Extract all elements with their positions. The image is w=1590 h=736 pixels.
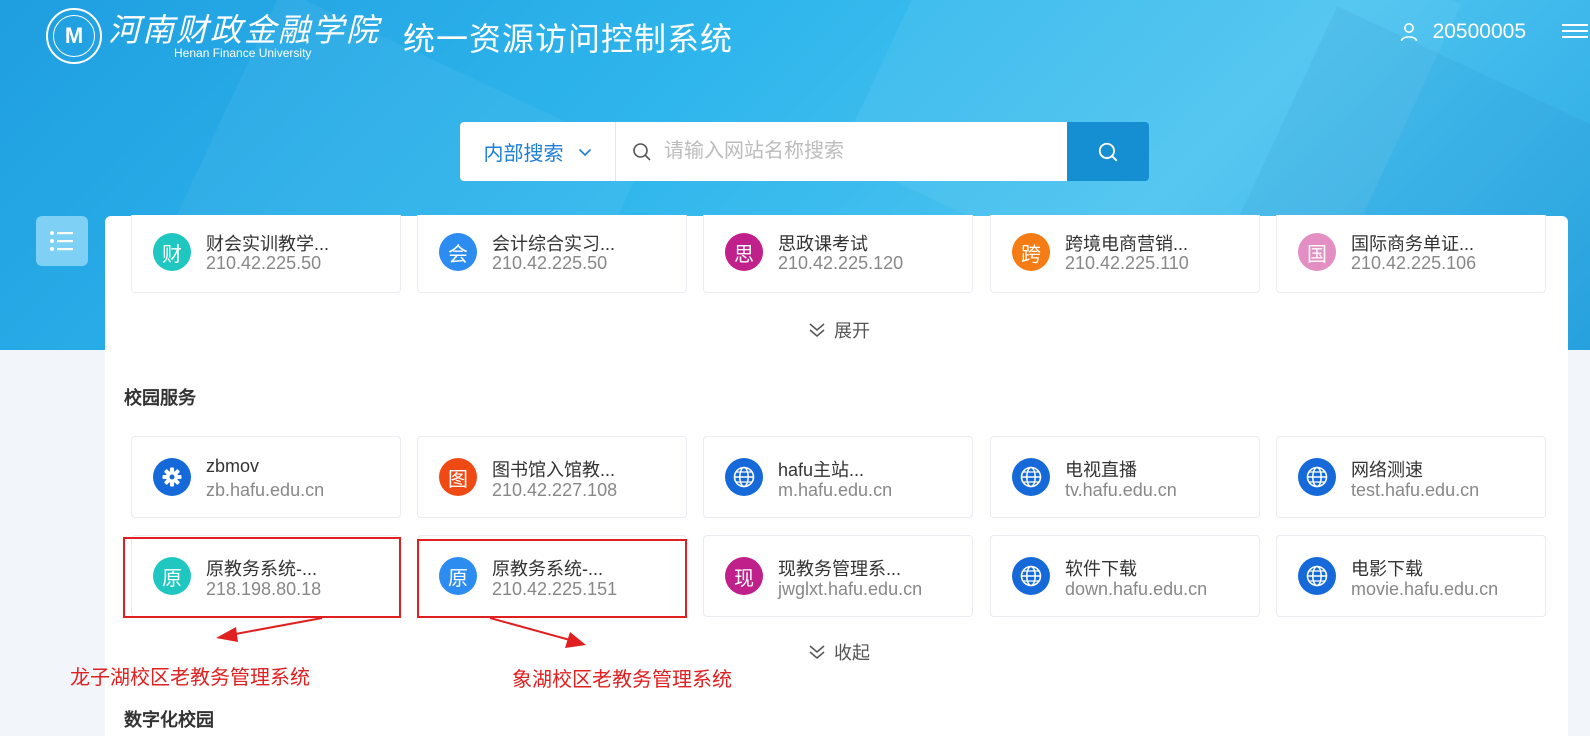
university-emblem-icon: M	[46, 8, 102, 64]
expand-label: 展开	[834, 321, 870, 341]
app-icon	[1298, 557, 1336, 595]
section-title-digital: 数字化校园	[124, 710, 214, 730]
app-address: jwglxt.hafu.edu.cn	[778, 579, 923, 599]
section-title-campus: 校园服务	[124, 388, 196, 408]
app-badge: 财	[153, 233, 191, 271]
app-card[interactable]: 财财会实训教学... 210.42.225.50	[131, 215, 401, 293]
globe-icon	[1306, 466, 1328, 488]
highlight-box-right	[417, 539, 687, 618]
logo-chinese-name: 河南财政金融学院	[108, 11, 381, 49]
collapse-label: 收起	[834, 643, 870, 663]
app-address: 210.42.225.50	[206, 253, 322, 273]
annotation-right: 象湖校区老教务管理系统	[512, 669, 732, 691]
app-badge: 会	[439, 233, 477, 271]
app-address: 210.42.225.106	[1351, 253, 1477, 273]
search-type-dropdown[interactable]: 内部搜索	[460, 122, 616, 181]
app-card[interactable]: 现现教务管理系... jwglxt.hafu.edu.cn	[703, 535, 973, 617]
app-name: 电视直播	[1065, 460, 1137, 480]
search-icon	[1098, 142, 1118, 161]
system-title: 统一资源访问控制系统	[403, 21, 734, 57]
globe-icon	[1020, 565, 1042, 587]
double-chevron-down-icon	[809, 323, 825, 337]
app-name: 现教务管理系...	[778, 559, 902, 579]
app-icon	[1012, 557, 1050, 595]
app-card[interactable]: 国国际商务单证... 210.42.225.106	[1276, 215, 1546, 293]
app-badge: 现	[725, 557, 763, 595]
app-address: zb.hafu.edu.cn	[206, 480, 325, 500]
app-address: down.hafu.edu.cn	[1065, 579, 1208, 599]
category-list-button[interactable]	[36, 216, 88, 266]
user-account[interactable]: 20500005	[1399, 20, 1526, 44]
app-address: m.hafu.edu.cn	[778, 480, 893, 500]
user-icon	[1400, 23, 1417, 42]
chevron-down-icon	[578, 148, 591, 156]
globe-icon	[733, 466, 755, 488]
double-chevron-down-icon	[809, 645, 825, 659]
app-badge: 跨	[1012, 233, 1050, 271]
collapse-toggle[interactable]: 收起	[808, 639, 870, 665]
globe-icon	[1020, 466, 1042, 488]
app-address: tv.hafu.edu.cn	[1065, 480, 1177, 500]
expand-toggle[interactable]: 展开	[808, 317, 870, 343]
app-name: hafu主站...	[778, 460, 865, 480]
app-address: movie.hafu.edu.cn	[1351, 579, 1499, 599]
search-input[interactable]	[662, 139, 1056, 164]
app-card[interactable]: 图图书馆入馆教... 210.42.227.108	[417, 436, 687, 518]
app-card[interactable]: 软件下载 down.hafu.edu.cn	[990, 535, 1260, 617]
app-card[interactable]: 跨跨境电商营销... 210.42.225.110	[990, 215, 1260, 293]
app-name: 软件下载	[1065, 559, 1137, 579]
app-badge: 图	[439, 458, 477, 496]
list-icon	[50, 231, 73, 251]
app-card[interactable]: 电视直播 tv.hafu.edu.cn	[990, 436, 1260, 518]
app-address: 210.42.225.120	[778, 253, 904, 273]
hamburger-menu-icon[interactable]	[1562, 20, 1588, 46]
globe-icon	[1306, 565, 1328, 587]
app-card[interactable]: hafu主站... m.hafu.edu.cn	[703, 436, 973, 518]
app-icon	[725, 458, 763, 496]
app-address: 210.42.225.50	[492, 253, 608, 273]
annotation-left: 龙子湖校区老教务管理系统	[70, 667, 310, 689]
university-logo[interactable]: M 河南财政金融学院 Henan Finance University	[46, 8, 380, 64]
app-icon	[1298, 458, 1336, 496]
app-card[interactable]: 思思政课考试 210.42.225.120	[703, 215, 973, 293]
app-card[interactable]: 会会计综合实习... 210.42.225.50	[417, 215, 687, 293]
app-name: 网络测速	[1351, 460, 1423, 480]
search-icon	[633, 142, 651, 161]
gear-icon	[162, 467, 182, 487]
app-name: 电影下载	[1351, 559, 1423, 579]
app-name: zbmov	[206, 456, 260, 476]
search-bar: 内部搜索	[460, 122, 1149, 181]
app-card[interactable]: 网络测速 test.hafu.edu.cn	[1276, 436, 1546, 518]
app-badge: 国	[1298, 233, 1336, 271]
app-name: 图书馆入馆教...	[492, 460, 616, 480]
app-card[interactable]: 电影下载 movie.hafu.edu.cn	[1276, 535, 1546, 617]
app-badge: 思	[725, 233, 763, 271]
highlight-box-left	[123, 537, 401, 618]
app-icon	[153, 458, 191, 496]
search-type-label: 内部搜索	[483, 143, 564, 165]
main-panel: 财财会实训教学... 210.42.225.50 会会计综合实习... 210.42.…	[105, 215, 1568, 736]
app-icon	[1012, 458, 1050, 496]
user-id: 20500005	[1432, 20, 1526, 43]
app-address: 210.42.225.110	[1065, 253, 1189, 273]
app-address: 210.42.227.108	[492, 480, 618, 500]
search-button[interactable]	[1067, 122, 1149, 181]
app-address: test.hafu.edu.cn	[1351, 480, 1480, 500]
app-card[interactable]: zbmov zb.hafu.edu.cn	[131, 436, 401, 518]
